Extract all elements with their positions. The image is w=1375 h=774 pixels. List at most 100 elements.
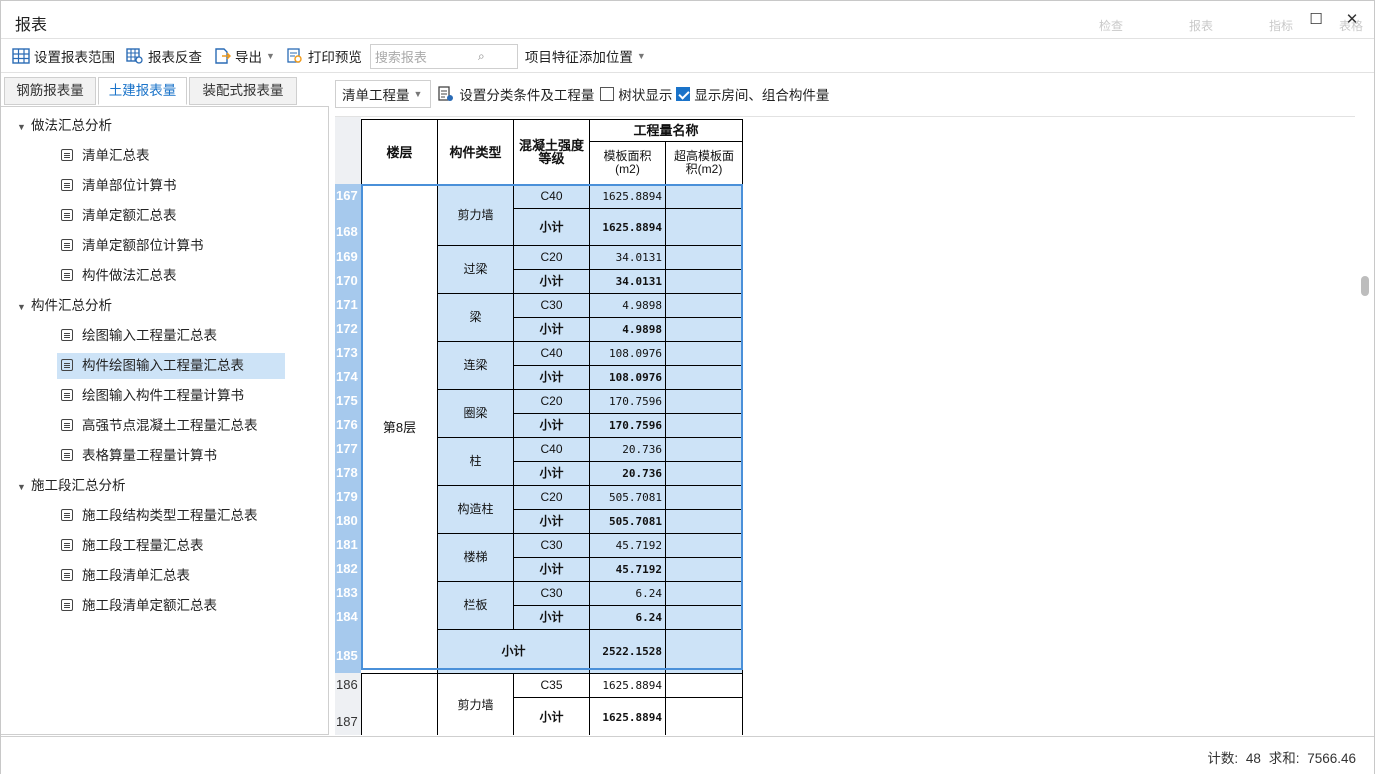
high-formwork-cell[interactable] [665, 533, 743, 558]
row-number[interactable]: 178 [335, 461, 361, 485]
high-formwork-cell[interactable] [665, 461, 743, 486]
high-formwork-cell[interactable] [665, 293, 743, 318]
row-number[interactable]: 176 [335, 413, 361, 437]
subtotal-value-cell[interactable]: 45.7192 [589, 557, 666, 582]
tree-item[interactable]: 施工段工程量汇总表 [57, 533, 285, 559]
formwork-value-cell[interactable]: 505.7081 [589, 485, 666, 510]
row-number[interactable]: 174 [335, 365, 361, 389]
floor-subtotal-label[interactable]: 小计 [437, 629, 590, 674]
formwork-value-cell[interactable]: 1625.8894 [589, 673, 666, 698]
high-formwork-cell[interactable] [665, 365, 743, 390]
grade-cell[interactable]: C20 [513, 389, 590, 414]
set-range-button[interactable]: 设置报表范围 [9, 44, 118, 68]
search-icon[interactable]: ⌕ [446, 49, 517, 64]
component-type-cell[interactable]: 构造柱 [437, 485, 514, 534]
subtotal-label-cell[interactable]: 小计 [513, 269, 590, 294]
formwork-value-cell[interactable]: 1625.8894 [589, 184, 666, 209]
formwork-value-cell[interactable]: 108.0976 [589, 341, 666, 366]
component-type-cell[interactable]: 栏板 [437, 581, 514, 630]
row-number[interactable]: 180 [335, 509, 361, 533]
row-number[interactable]: 167 [335, 184, 361, 208]
component-type-cell[interactable]: 过梁 [437, 245, 514, 294]
formwork-value-cell[interactable]: 170.7596 [589, 389, 666, 414]
print-preview-button[interactable]: 打印预览 [283, 44, 365, 68]
subtotal-label-cell[interactable]: 小计 [513, 697, 590, 735]
grade-cell[interactable]: C35 [513, 673, 590, 698]
high-formwork-cell[interactable] [665, 208, 743, 246]
tree-item[interactable]: 施工段清单汇总表 [57, 563, 285, 589]
subtotal-value-cell[interactable]: 1625.8894 [589, 697, 666, 735]
grade-cell[interactable]: C30 [513, 581, 590, 606]
high-formwork-cell[interactable] [665, 557, 743, 582]
close-button[interactable]: ✕ [1341, 10, 1363, 30]
row-number[interactable]: 181 [335, 533, 361, 557]
quantity-mode-select[interactable]: 清单工程量 ▼ [335, 80, 432, 108]
component-type-cell[interactable]: 圈梁 [437, 389, 514, 438]
maximize-button[interactable]: ☐ [1305, 10, 1327, 30]
component-type-cell[interactable]: 剪力墙 [437, 673, 514, 735]
tree-item[interactable]: 施工段结构类型工程量汇总表 [57, 503, 285, 529]
high-formwork-cell[interactable] [665, 413, 743, 438]
row-number[interactable]: 173 [335, 341, 361, 365]
set-condition-button[interactable]: 设置分类条件及工程量 [437, 84, 594, 104]
tree-item[interactable]: 清单汇总表 [57, 143, 285, 169]
tree-item[interactable]: 绘图输入构件工程量计算书 [57, 383, 285, 409]
component-type-cell[interactable]: 连梁 [437, 341, 514, 390]
subtotal-label-cell[interactable]: 小计 [513, 413, 590, 438]
row-number[interactable]: 172 [335, 317, 361, 341]
grade-cell[interactable]: C20 [513, 245, 590, 270]
subtotal-value-cell[interactable]: 108.0976 [589, 365, 666, 390]
grade-cell[interactable]: C20 [513, 485, 590, 510]
high-formwork-cell[interactable] [665, 697, 743, 735]
formwork-value-cell[interactable]: 20.736 [589, 437, 666, 462]
tree-item[interactable]: 构件做法汇总表 [57, 263, 285, 289]
tree-item[interactable]: 清单部位计算书 [57, 173, 285, 199]
component-type-cell[interactable]: 剪力墙 [437, 184, 514, 246]
high-formwork-cell[interactable] [665, 269, 743, 294]
tree-group-section[interactable]: ▼ 施工段汇总分析 [17, 473, 126, 499]
subtotal-label-cell[interactable]: 小计 [513, 557, 590, 582]
show-rooms-checkbox[interactable] [676, 87, 691, 101]
tree-item[interactable]: 高强节点混凝土工程量汇总表 [57, 413, 285, 439]
subtotal-label-cell[interactable]: 小计 [513, 605, 590, 630]
formwork-value-cell[interactable]: 34.0131 [589, 245, 666, 270]
high-formwork-cell[interactable] [665, 485, 743, 510]
high-formwork-cell[interactable] [665, 581, 743, 606]
subtotal-value-cell[interactable]: 20.736 [589, 461, 666, 486]
tree-group-component[interactable]: ▼ 构件汇总分析 [17, 293, 112, 319]
tab-prefab[interactable]: 装配式报表量 [189, 77, 297, 105]
row-number[interactable]: 185 [335, 629, 361, 673]
grade-cell[interactable]: C30 [513, 533, 590, 558]
report-search-input[interactable]: 搜索报表 ⌕ [369, 43, 518, 69]
tab-rebar[interactable]: 钢筋报表量 [4, 77, 96, 105]
row-number[interactable]: 168 [335, 208, 361, 245]
tab-civil[interactable]: 土建报表量 [98, 77, 187, 105]
high-formwork-cell[interactable] [665, 389, 743, 414]
formwork-value-cell[interactable]: 4.9898 [589, 293, 666, 318]
formwork-value-cell[interactable]: 6.24 [589, 581, 666, 606]
subtotal-label-cell[interactable]: 小计 [513, 509, 590, 534]
subtotal-value-cell[interactable]: 6.24 [589, 605, 666, 630]
high-formwork-cell[interactable] [665, 245, 743, 270]
row-number[interactable]: 179 [335, 485, 361, 509]
tree-group-method[interactable]: ▼ 做法汇总分析 [17, 113, 112, 139]
subtotal-value-cell[interactable]: 170.7596 [589, 413, 666, 438]
grade-cell[interactable]: C40 [513, 184, 590, 209]
tree-item[interactable]: 施工段清单定额汇总表 [57, 593, 285, 619]
tree-item[interactable]: 清单定额部位计算书 [57, 233, 285, 259]
floor-subtotal-value[interactable]: 2522.1528 [589, 629, 666, 674]
row-number[interactable]: 171 [335, 293, 361, 317]
row-number[interactable]: 175 [335, 389, 361, 413]
high-formwork-cell[interactable] [665, 673, 743, 698]
row-number[interactable]: 183 [335, 581, 361, 605]
high-formwork-cell[interactable] [665, 437, 743, 462]
tree-item[interactable]: 绘图输入工程量汇总表 [57, 323, 285, 349]
row-number[interactable]: 184 [335, 605, 361, 629]
row-number[interactable]: 187 [335, 697, 361, 735]
floor-cell[interactable]: 第8层 [361, 184, 438, 670]
tree-item-selected[interactable]: 构件绘图输入工程量汇总表 [57, 353, 285, 379]
subtotal-label-cell[interactable]: 小计 [513, 208, 590, 246]
row-number[interactable]: 186 [335, 673, 361, 697]
floor-cell-next[interactable] [361, 673, 438, 735]
tree-item[interactable]: 表格算量工程量计算书 [57, 443, 285, 469]
